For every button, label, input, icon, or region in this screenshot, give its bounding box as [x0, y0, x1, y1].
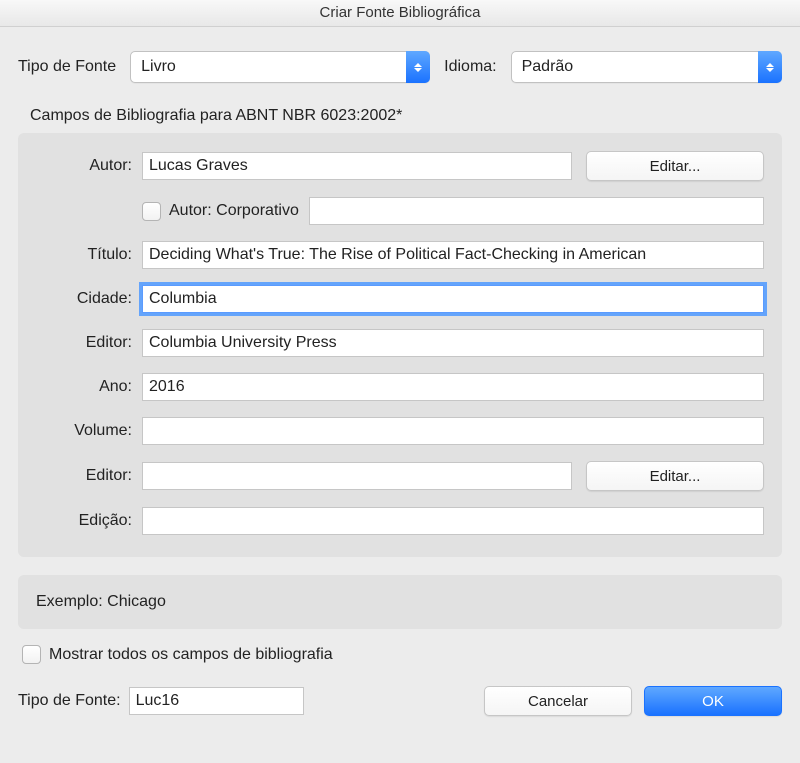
bibliography-fields-panel: Autor: Lucas Graves Editar... Autor: Cor…	[18, 133, 782, 557]
tag-name-input[interactable]: Luc16	[129, 687, 304, 715]
city-label: Cidade:	[36, 290, 132, 308]
editor-input[interactable]	[142, 462, 572, 490]
volume-label: Volume:	[36, 422, 132, 440]
show-all-fields-checkbox[interactable]	[22, 645, 41, 664]
year-label: Ano:	[36, 378, 132, 396]
example-panel: Exemplo: Chicago	[18, 575, 782, 629]
ok-button[interactable]: OK	[644, 686, 782, 716]
source-type-select[interactable]: Livro	[130, 51, 430, 83]
publisher-input[interactable]: Columbia University Press	[142, 329, 764, 357]
edition-label: Edição:	[36, 512, 132, 530]
author-input[interactable]: Lucas Graves	[142, 152, 572, 180]
author-label: Autor:	[36, 157, 132, 175]
window-title: Criar Fonte Bibliográfica	[0, 0, 800, 27]
title-input[interactable]: Deciding What's True: The Rise of Politi…	[142, 241, 764, 269]
corporate-author-input[interactable]	[309, 197, 764, 225]
city-input[interactable]: Columbia	[142, 285, 764, 313]
source-type-label: Tipo de Fonte	[18, 58, 116, 76]
source-type-value: Livro	[141, 58, 176, 76]
edition-input[interactable]	[142, 507, 764, 535]
panel-caption: Campos de Bibliografia para ABNT NBR 602…	[30, 107, 782, 125]
source-type-stepper-icon[interactable]	[406, 51, 430, 83]
year-input[interactable]: 2016	[142, 373, 764, 401]
title-label: Título:	[36, 246, 132, 264]
cancel-button[interactable]: Cancelar	[484, 686, 632, 716]
volume-input[interactable]	[142, 417, 764, 445]
author-edit-button[interactable]: Editar...	[586, 151, 764, 181]
corporate-author-label: Autor: Corporativo	[169, 202, 299, 220]
editor-edit-button[interactable]: Editar...	[586, 461, 764, 491]
editor-label: Editor:	[36, 467, 132, 485]
language-select[interactable]: Padrão	[511, 51, 782, 83]
tag-name-label: Tipo de Fonte:	[18, 692, 121, 710]
show-all-fields-label: Mostrar todos os campos de bibliografia	[49, 646, 333, 664]
example-text: Exemplo: Chicago	[36, 593, 166, 610]
language-stepper-icon[interactable]	[758, 51, 782, 83]
language-label: Idioma:	[444, 58, 496, 76]
corporate-author-checkbox[interactable]	[142, 202, 161, 221]
publisher-label: Editor:	[36, 334, 132, 352]
language-value: Padrão	[522, 58, 574, 76]
